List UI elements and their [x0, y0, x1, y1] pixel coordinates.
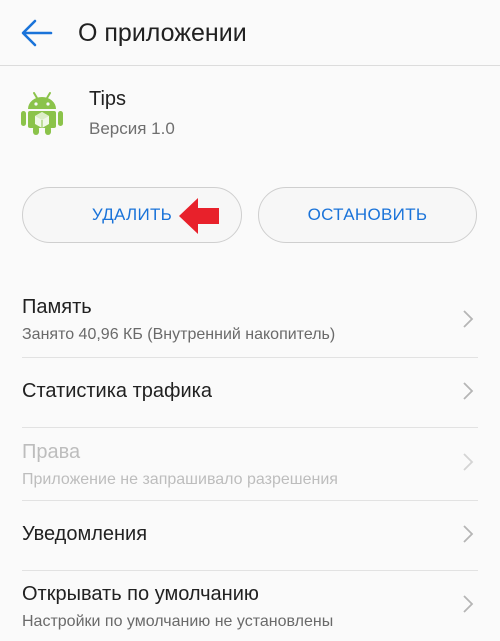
chevron-right-icon	[463, 525, 474, 543]
divider	[22, 357, 478, 358]
divider	[22, 427, 478, 428]
app-version: Версия 1.0	[89, 119, 175, 138]
settings-item-default-open[interactable]: Открывать по умолчанию Настройки по умол…	[22, 582, 478, 632]
settings-item-title: Уведомления	[22, 523, 148, 545]
settings-item-permissions: Права Приложение не запрашивало разрешен…	[22, 440, 478, 490]
page-title: О приложении	[78, 19, 247, 47]
chevron-right-icon	[463, 595, 474, 613]
divider	[22, 500, 478, 501]
settings-item-title: Открывать по умолчанию	[22, 583, 259, 605]
settings-item-notifications[interactable]: Уведомления	[22, 522, 478, 546]
chevron-right-icon	[463, 310, 474, 328]
red-arrow-icon	[179, 198, 219, 234]
chevron-right-icon	[463, 453, 474, 471]
app-bar: О приложении	[0, 0, 500, 66]
settings-item-title: Статистика трафика	[22, 380, 212, 402]
stop-button[interactable]: ОСТАНОВИТЬ	[258, 187, 477, 243]
settings-item-traffic[interactable]: Статистика трафика	[22, 379, 478, 403]
app-name: Tips	[89, 88, 127, 110]
chevron-right-icon	[463, 382, 474, 400]
settings-item-title: Права	[22, 441, 81, 463]
settings-item-storage[interactable]: Память Занято 40,96 КБ (Внутренний накоп…	[22, 295, 478, 345]
settings-item-subtitle: Занято 40,96 КБ (Внутренний накопитель)	[22, 326, 336, 343]
back-arrow-icon[interactable]	[20, 17, 54, 49]
android-icon	[21, 92, 63, 135]
settings-item-subtitle: Настройки по умолчанию не установлены	[22, 613, 334, 630]
settings-item-subtitle: Приложение не запрашивало разрешения	[22, 471, 338, 488]
settings-item-title: Память	[22, 296, 92, 318]
divider	[22, 570, 478, 571]
